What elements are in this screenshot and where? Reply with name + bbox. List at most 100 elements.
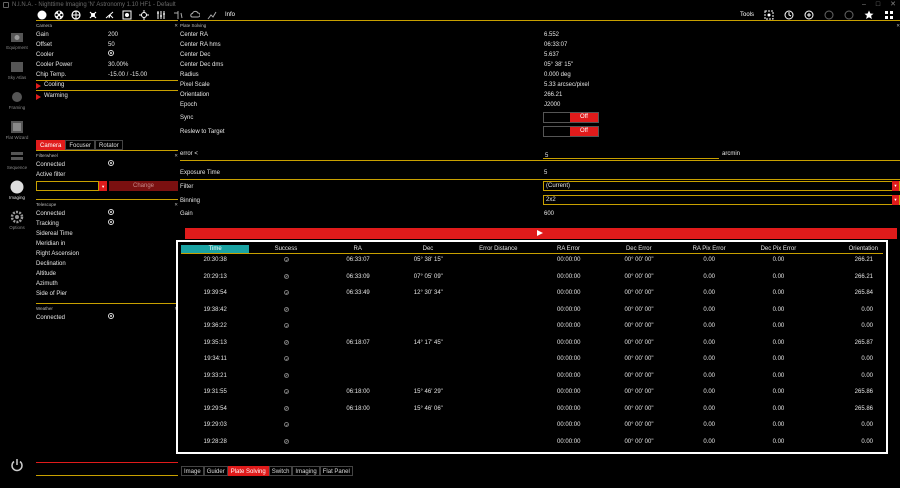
table-row[interactable]: 19:35:13 06:18:07 14° 17' 45" 00:00:00 00° 0… — [181, 337, 883, 354]
subtab-rotator[interactable]: Rotator — [95, 140, 123, 150]
table-row[interactable]: 19:29:03 00:00:00 00° 00' 00" 0.00 0.00 0.00 — [181, 419, 883, 436]
tab-imaging[interactable]: Imaging — [292, 466, 320, 476]
nav-framing[interactable]: Framing — [0, 90, 34, 118]
layout-icon[interactable] — [883, 10, 894, 21]
telescope-azimuth-row: Azimuth — [36, 281, 58, 287]
camera-status-icon[interactable] — [36, 10, 47, 21]
camera-cooler-row: Cooler — [36, 50, 178, 60]
nav-imaging[interactable]: Imaging — [0, 180, 34, 208]
change-filter-button[interactable]: Change — [109, 181, 178, 191]
cloud-icon[interactable] — [189, 10, 200, 21]
table-row[interactable]: 19:34:11 00:00:00 00° 00' 00" 0.00 0.00 0.00 — [181, 353, 883, 370]
cell-dec — [393, 419, 463, 436]
question-icon[interactable] — [843, 10, 854, 21]
switch-status-icon[interactable] — [138, 10, 149, 21]
gain-input[interactable]: 600 — [544, 208, 554, 220]
table-row[interactable]: 19:39:54 06:33:49 12° 30' 34" 00:00:00 00° 0… — [181, 287, 883, 304]
info-label[interactable]: Info — [225, 12, 235, 18]
table-row[interactable]: 19:33:21 00:00:00 00° 00' 00" 0.00 0.00 0.00 — [181, 370, 883, 387]
col-ra[interactable]: RA — [323, 245, 393, 253]
filter-dropdown[interactable]: (Current) ▼ — [543, 181, 900, 191]
tab-switch[interactable]: Switch — [268, 466, 293, 476]
table-row[interactable]: 20:29:13 06:33:09 07° 05' 09" 00:00:00 00° 0… — [181, 271, 883, 288]
close-icon[interactable]: ✕ — [174, 151, 178, 161]
star-icon[interactable] — [863, 10, 874, 21]
cell-dec: 15° 46' 06" — [413, 405, 443, 412]
col-ra-error[interactable]: RA Error — [533, 245, 603, 253]
focuser-status-icon[interactable] — [70, 10, 81, 21]
col-ra-pix-error[interactable]: RA Pix Error — [674, 245, 744, 253]
subtab-focuser[interactable]: Focuser — [65, 140, 96, 150]
subtab-camera[interactable]: Camera — [36, 140, 66, 150]
power-status-icon — [108, 313, 114, 319]
nav-label: Sequence — [6, 165, 28, 170]
nav-flat-wizard[interactable]: Flat Wizard — [0, 120, 34, 148]
polar-align-icon[interactable] — [803, 10, 814, 21]
exposure-input[interactable]: 5 — [544, 166, 547, 180]
telescope-status-icon[interactable] — [104, 10, 115, 21]
nav-options[interactable]: Options — [0, 210, 34, 238]
sync-toggle[interactable]: Off — [543, 112, 599, 123]
binning-dropdown[interactable]: 2x2 ▼ — [543, 195, 900, 205]
nav-label: Sky Atlas — [7, 75, 27, 80]
cell-ra-err: 00:00:00 — [557, 290, 581, 296]
history-icon[interactable] — [783, 10, 794, 21]
col-dec-pix-error[interactable]: Dec Pix Error — [744, 245, 812, 253]
success-cell — [250, 436, 323, 453]
chart-icon[interactable] — [206, 10, 217, 21]
cell-time: 19:38:42 — [203, 306, 227, 313]
close-icon[interactable]: ✕ — [174, 21, 178, 31]
rotator-status-icon[interactable] — [87, 10, 98, 21]
nav-equipment[interactable]: Equipment — [0, 30, 34, 58]
close-icon[interactable]: ✕ — [174, 200, 178, 210]
cooling-expander[interactable]: Cooling — [36, 80, 178, 91]
col-dec[interactable]: Dec — [393, 245, 463, 253]
col-orientation[interactable]: Orientation — [813, 245, 883, 253]
table-row[interactable]: 19:36:22 00:00:00 00° 00' 00" 0.00 0.00 0.00 — [181, 320, 883, 337]
cell-ori: 0.00 — [861, 323, 874, 329]
app-icon — [3, 2, 9, 8]
table-row[interactable]: 19:29:54 06:18:00 15° 46' 06" 00:00:00 00° 0… — [181, 403, 883, 420]
nav-label: Imaging — [8, 195, 25, 200]
weather-panel-title: Weather ✕ — [36, 303, 178, 313]
tab-guider[interactable]: Guider — [203, 466, 228, 476]
expand-arrow-icon — [36, 93, 41, 100]
table-row[interactable]: 20:30:38 06:33:07 05° 38' 15" 00:00:00 00° 0… — [181, 254, 883, 271]
tab-image[interactable]: Image — [181, 466, 204, 476]
guider-status-icon[interactable] — [121, 10, 132, 21]
solve-button[interactable] — [185, 228, 897, 239]
dashboard-icon[interactable] — [823, 10, 834, 21]
table-row[interactable]: 19:31:55 06:18:00 15° 46' 29" 00:00:00 00° 0… — [181, 386, 883, 403]
ps-radius-row: Radius 0.000 deg — [180, 72, 571, 78]
nav-sky-atlas[interactable]: Sky Atlas — [0, 60, 34, 88]
col-dec-error[interactable]: Dec Error — [604, 245, 674, 253]
weather-status-icon[interactable] — [172, 10, 183, 21]
col-success[interactable]: Success — [249, 245, 322, 253]
warming-expander[interactable]: Warming — [36, 91, 178, 102]
chevron-down-icon[interactable]: ▼ — [99, 181, 107, 191]
telescope-meridian-row: Meridian in — [36, 241, 66, 247]
cell-dec-pix: 0.00 — [772, 405, 785, 412]
cell-dec-err: 00° 00' 00" — [624, 273, 654, 280]
filterwheel-status-icon[interactable] — [53, 10, 64, 21]
ps-filter-row: Filter (Current) ▼ — [180, 180, 900, 194]
error-input[interactable]: 5 — [543, 149, 719, 159]
check-circle-icon — [108, 50, 114, 56]
power-icon[interactable] — [10, 458, 24, 472]
cell-time: 19:29:54 — [203, 405, 227, 412]
chevron-down-icon: ▼ — [892, 181, 899, 191]
col-time[interactable]: Time — [181, 245, 250, 253]
col-error-distance[interactable]: Error Distance — [463, 245, 533, 253]
flat-panel-status-icon[interactable] — [155, 10, 166, 21]
cell-ra-pix: 0.00 — [703, 306, 716, 313]
nav-sequence[interactable]: Sequence — [0, 150, 34, 178]
table-row[interactable]: 19:38:42 00:00:00 00° 00' 00" 0.00 0.00 0.00 — [181, 304, 883, 321]
tab-flat-panel[interactable]: Flat Panel — [319, 466, 353, 476]
tab-plate-solving[interactable]: Plate Solving — [227, 466, 269, 476]
filter-select[interactable] — [36, 181, 100, 191]
cell-ra-err: 00:00:00 — [557, 323, 581, 329]
focus-tool-icon[interactable] — [763, 10, 774, 21]
reslew-toggle[interactable]: Off — [543, 126, 599, 137]
table-row[interactable]: 19:28:28 00:00:00 00° 00' 00" 0.00 0.00 0.00 — [181, 436, 883, 453]
cell-dec-err: 00° 00' 00" — [624, 290, 654, 296]
